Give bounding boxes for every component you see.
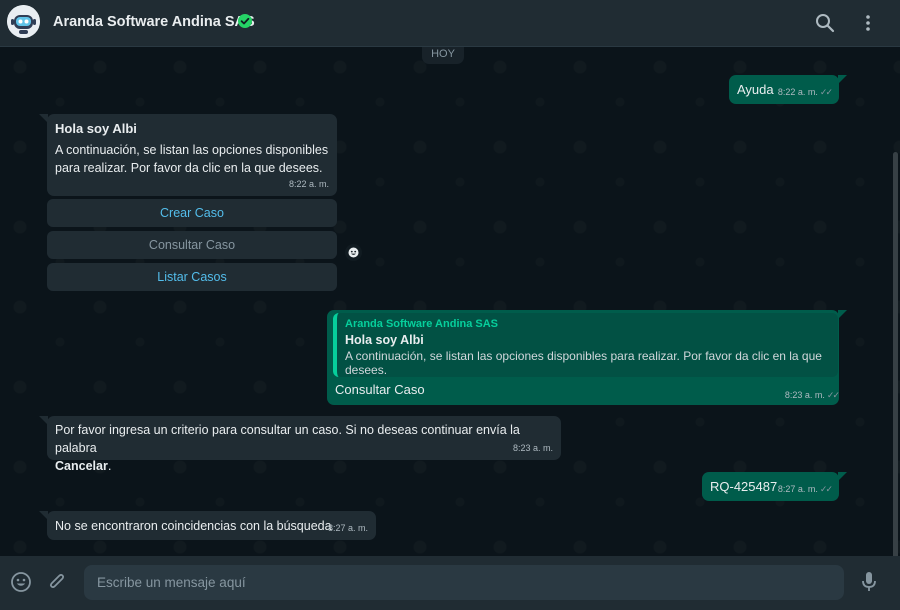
- message-title: Hola soy Albi: [55, 121, 137, 136]
- incoming-message[interactable]: No se encontraron coincidencias con la b…: [39, 511, 376, 540]
- message-text: Por favor ingresa un criterio para consu…: [55, 423, 520, 455]
- scrollbar[interactable]: [893, 152, 898, 556]
- read-receipt-icon: ✓✓: [819, 87, 833, 97]
- quoted-message[interactable]: Aranda Software Andina SAS Hola soy Albi…: [333, 313, 838, 377]
- message-time: 8:22 a. m. ✓✓: [777, 87, 833, 97]
- message-text: No se encontraron coincidencias con la b…: [55, 519, 332, 533]
- verified-badge-icon: [238, 14, 252, 28]
- more-vertical-icon[interactable]: [857, 12, 879, 34]
- message-input[interactable]: Escribe un mensaje aquí: [84, 565, 844, 600]
- message-suffix: .: [107, 458, 112, 473]
- read-receipt-icon: ✓✓: [826, 390, 840, 400]
- message-text: Consultar Caso: [335, 382, 425, 397]
- message-time: 8:27 a. m. ✓✓: [777, 484, 833, 494]
- message-time: 8:22 a. m.: [288, 179, 329, 189]
- incoming-message[interactable]: Por favor ingresa un criterio para consu…: [39, 416, 561, 473]
- day-divider: HOY: [422, 47, 464, 64]
- attach-icon[interactable]: [46, 571, 68, 593]
- option-button-crear-caso[interactable]: Crear Caso: [47, 199, 337, 227]
- message-time: 8:27 a. m.: [327, 523, 368, 533]
- message-text: A continuación, se listan las opciones d…: [55, 143, 329, 175]
- search-icon[interactable]: [814, 12, 836, 34]
- message-time: 8:23 a. m. ✓✓: [784, 390, 840, 400]
- emoji-icon[interactable]: [10, 571, 32, 593]
- quoted-title: Hola soy Albi: [345, 333, 424, 347]
- emoji-reaction-icon[interactable]: [345, 244, 362, 261]
- quoted-author: Aranda Software Andina SAS: [345, 318, 499, 330]
- option-button-listar-casos[interactable]: Listar Casos: [47, 263, 337, 291]
- message-time: 8:23 a. m.: [512, 443, 553, 453]
- message-bold-word: Cancelar: [55, 459, 108, 473]
- message-text: Ayuda: [737, 82, 774, 97]
- composer-bar: Escribe un mensaje aquí: [0, 556, 900, 610]
- quoted-text: A continuación, se listan las opciones d…: [345, 349, 822, 377]
- incoming-message[interactable]: Hola soy Albi A continuación, se listan …: [39, 114, 337, 196]
- contact-avatar[interactable]: [7, 5, 40, 38]
- contact-name[interactable]: Aranda Software Andina SAS: [53, 14, 255, 30]
- chat-header: Aranda Software Andina SAS: [0, 0, 900, 47]
- option-button-consultar-caso[interactable]: Consultar Caso: [47, 231, 337, 259]
- read-receipt-icon: ✓✓: [819, 484, 833, 494]
- microphone-icon[interactable]: [859, 570, 879, 594]
- outgoing-message[interactable]: Ayuda 8:22 a. m. ✓✓: [729, 75, 847, 104]
- message-text: RQ-425487: [710, 479, 778, 494]
- outgoing-message[interactable]: RQ-425487 8:27 a. m. ✓✓: [702, 472, 847, 501]
- message-list[interactable]: HOY Ayuda 8:22 a. m. ✓✓ Hola soy Albi A c…: [0, 47, 900, 556]
